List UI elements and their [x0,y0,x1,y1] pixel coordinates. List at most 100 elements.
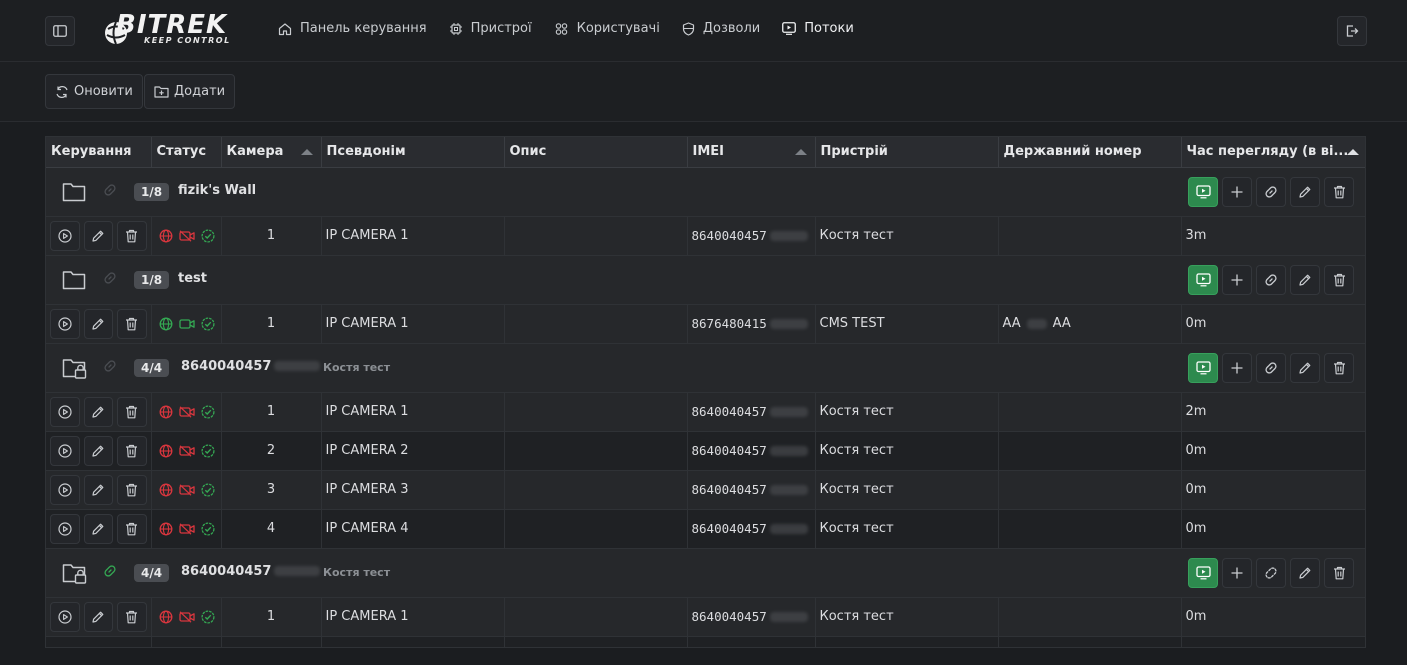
table-row[interactable] [46,636,1365,647]
edit-group-button[interactable] [1290,352,1320,383]
delete-button[interactable] [117,308,147,339]
play-button[interactable] [50,435,80,466]
logout-button[interactable] [1337,16,1367,46]
cell-imei: 8640040457 [687,431,816,471]
cell-controls [46,509,152,549]
delete-button[interactable] [117,435,147,466]
add-camera-button[interactable] [1222,352,1252,383]
trash-icon [126,229,138,242]
pencil-icon [92,445,104,457]
camera-icon [178,318,195,329]
edit-button[interactable] [83,513,113,544]
delete-group-button[interactable] [1324,264,1354,295]
table-row[interactable]: 3 IP CAMERA 3 8640040457 Костя тест 0m [46,470,1365,510]
edit-group-button[interactable] [1290,176,1320,207]
delete-group-button[interactable] [1324,557,1354,588]
table-row[interactable]: 1 IP CAMERA 1 8640040457 Костя тест 2m [46,392,1365,432]
open-stream-wall-button[interactable] [1188,176,1218,207]
trash-icon [126,317,138,330]
open-stream-wall-button[interactable] [1188,557,1218,588]
open-stream-wall-button[interactable] [1188,264,1218,295]
share-link-button[interactable] [1256,176,1286,207]
group-folder[interactable] [62,180,88,208]
edit-button[interactable] [83,308,113,339]
group-name-text: fizik's Wall [178,182,257,198]
play-button[interactable] [50,513,80,544]
col-header-camera[interactable]: Камера [221,137,322,168]
network-status-icon [159,229,172,242]
table-row[interactable]: 2 IP CAMERA 2 8640040457 Костя тест 0m [46,431,1365,471]
cell-description [504,509,688,549]
group-name[interactable]: 8640040457 [181,564,321,579]
col-header-view-time[interactable]: Час перегляду (в ві... [1181,137,1365,168]
group-name[interactable]: test [178,271,207,286]
add-camera-button[interactable] [1222,264,1252,295]
cell-plate [998,636,1182,647]
nav-item-streams[interactable]: Потоки [782,21,854,36]
group-folder[interactable] [62,356,88,384]
folder-icon [62,182,86,201]
col-header-description[interactable]: Опис [504,137,688,168]
sidebar-toggle-button[interactable] [45,16,75,46]
edit-group-button[interactable] [1290,557,1320,588]
delete-button[interactable] [117,513,147,544]
share-link-button[interactable] [1256,352,1286,383]
refresh-icon [56,85,68,98]
col-header-device[interactable]: Пристрій [815,137,999,168]
cell-status [151,470,222,510]
edit-button[interactable] [83,435,113,466]
col-header-label: IMEI [692,144,725,160]
play-button[interactable] [50,601,80,632]
table-row[interactable]: 1 IP CAMERA 1 8640040457 Костя тест 3m [46,216,1365,256]
table-row[interactable]: 1 IP CAMERA 1 8640040457 Костя тест 0m [46,597,1365,637]
verified-icon [200,404,215,419]
col-header-alias[interactable]: Псевдонім [321,137,505,168]
delete-button[interactable] [117,474,147,505]
delete-button[interactable] [117,220,147,251]
edit-group-button[interactable] [1290,264,1320,295]
bitrek-logo[interactable]: BITREK KEEP CONTROL [104,10,246,52]
nav-item-permissions[interactable]: Дозволи [682,21,760,36]
cell-status [151,392,222,432]
play-icon [58,443,72,458]
edit-button[interactable] [83,601,113,632]
group-name[interactable]: fizik's Wall [178,183,256,198]
trash-icon [1333,185,1345,198]
nav-item-dashboard[interactable]: Панель керування [278,21,427,36]
unlink-button[interactable] [1256,557,1286,588]
delete-group-button[interactable] [1324,176,1354,207]
table-row[interactable]: 4 IP CAMERA 4 8640040457 Костя тест 0m [46,509,1365,549]
redacted-text [274,566,321,576]
play-button[interactable] [50,474,80,505]
add-camera-button[interactable] [1222,557,1252,588]
refresh-button[interactable]: Оновити [45,74,143,109]
cell-controls [46,216,152,256]
redacted-text [769,319,808,329]
col-header-plate[interactable]: Державний номер [998,137,1182,168]
group-name[interactable]: 8640040457 [181,359,321,374]
col-header-label: Камера [226,144,284,160]
delete-button[interactable] [117,601,147,632]
delete-group-button[interactable] [1324,352,1354,383]
table-row[interactable]: 1 IP CAMERA 1 8676480415 CMS TEST AA AA 0m [46,304,1365,344]
play-button[interactable] [50,396,80,427]
cell-camera [221,636,322,647]
edit-button[interactable] [83,396,113,427]
add-button[interactable]: Додати [144,74,236,109]
group-folder[interactable] [62,268,88,296]
share-link-button[interactable] [1256,264,1286,295]
delete-button[interactable] [117,396,147,427]
redacted-text [769,407,808,417]
group-folder[interactable] [62,561,88,589]
edit-button[interactable] [83,474,113,505]
col-header-imei[interactable]: IMEI [687,137,816,168]
play-button[interactable] [50,308,80,339]
nav-item-devices[interactable]: Пристрої [449,21,532,36]
play-button[interactable] [50,220,80,251]
edit-button[interactable] [83,220,113,251]
nav-item-users[interactable]: Користувачі [554,21,660,36]
open-stream-wall-button[interactable] [1188,352,1218,383]
trash-icon [126,444,138,457]
sort-asc-icon [1346,149,1359,155]
add-camera-button[interactable] [1222,176,1252,207]
